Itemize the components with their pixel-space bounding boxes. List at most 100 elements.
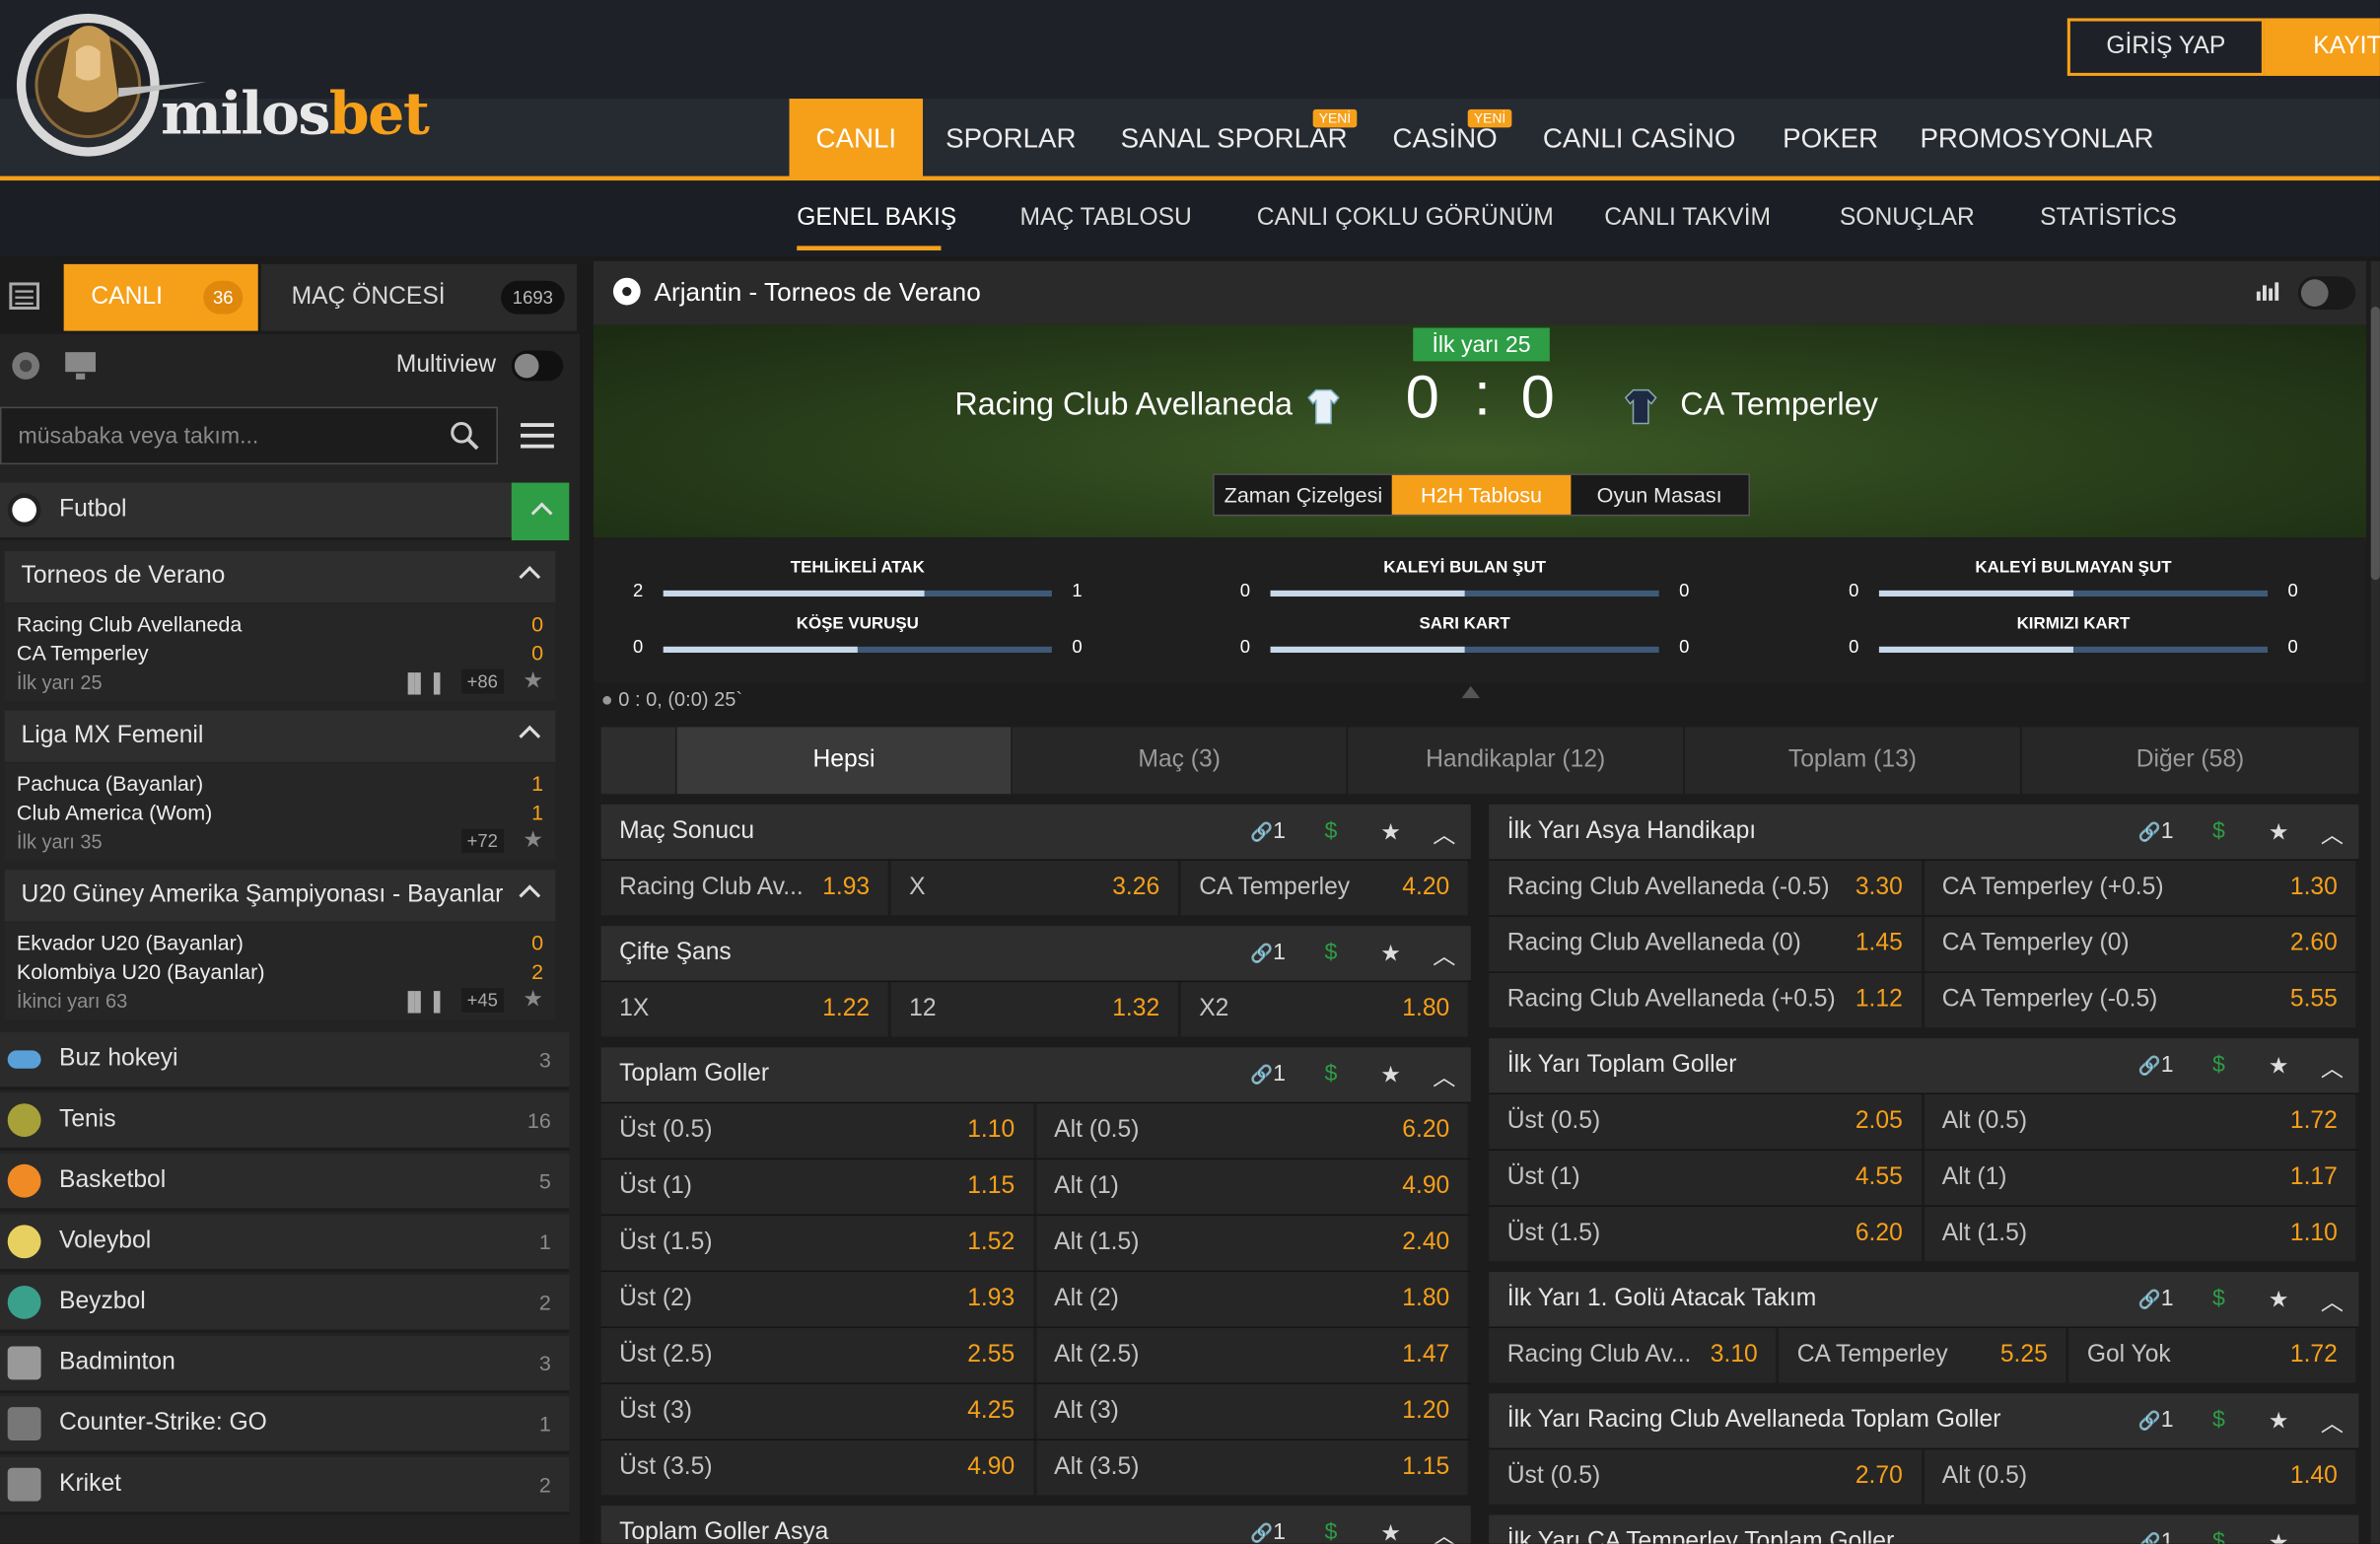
match-ekvador-kolombiya[interactable]: Ekvador U20 (Bayanlar) 0 Kolombiya U20 (…	[4, 923, 556, 1020]
odds-button[interactable]: 1X 1.22	[600, 982, 891, 1037]
nav-promosyonlar[interactable]: PROMOSYONLAR	[1907, 99, 2168, 177]
star-icon[interactable]: ★	[2269, 1528, 2289, 1544]
market-header[interactable]: Çifte Şans 🔗1 $ ★ ︿	[600, 926, 1471, 981]
odds-button[interactable]: Alt (2.5) 1.47	[1035, 1328, 1471, 1383]
chevron-up-icon[interactable]: ︿	[2321, 1528, 2344, 1544]
market-header[interactable]: İlk Yarı CA Temperley Toplam Goller 🔗1 $ ★ ︿	[1489, 1514, 2359, 1544]
chevron-up-icon[interactable]: ︿	[2321, 1052, 2344, 1084]
odds-button[interactable]: CA Temperley (+0.5) 1.30	[1924, 860, 2359, 916]
collapse-button[interactable]	[511, 482, 570, 541]
odds-button[interactable]: Üst (1.5) 6.20	[1489, 1206, 1925, 1262]
odds-button[interactable]: Alt (3.5) 1.15	[1035, 1439, 1471, 1496]
globe-icon[interactable]	[11, 351, 41, 382]
cashout-icon[interactable]: $	[2212, 1528, 2225, 1543]
star-icon[interactable]: ★	[523, 667, 543, 693]
nav-poker[interactable]: POKER	[1761, 99, 1901, 177]
logo-wordmark[interactable]: milosbet	[161, 79, 430, 147]
star-icon[interactable]: ★	[2269, 1052, 2289, 1079]
sport-csgo[interactable]: Counter-Strike: GO 1	[0, 1396, 570, 1454]
odds-button[interactable]: Üst (3.5) 4.90	[600, 1439, 1036, 1496]
nav-sporlar[interactable]: SPORLAR	[926, 99, 1095, 177]
more-markets[interactable]: +45	[460, 988, 505, 1013]
league-u20[interactable]: U20 Güney Amerika Şampiyonası - Bayanlar	[4, 870, 556, 922]
tab-match[interactable]: Maç (3)	[1013, 727, 1349, 795]
odds-button[interactable]: CA Temperley 4.20	[1180, 860, 1471, 916]
odds-button[interactable]: Racing Club Av... 3.10	[1489, 1328, 1780, 1383]
sport-badminton[interactable]: Badminton 3	[0, 1335, 570, 1394]
odds-button[interactable]: Alt (0.5) 6.20	[1035, 1103, 1471, 1158]
odds-button[interactable]: Alt (1.5) 1.10	[1924, 1206, 2359, 1262]
odds-button[interactable]: Alt (1) 1.17	[1924, 1150, 2359, 1206]
cashout-icon[interactable]: $	[1324, 818, 1337, 844]
sport-cricket[interactable]: Kriket 2	[0, 1456, 570, 1515]
odds-button[interactable]: Racing Club Avellaneda (0) 1.45	[1489, 916, 1925, 972]
cashout-icon[interactable]: $	[2212, 1407, 2225, 1433]
filter-menu-icon[interactable]	[520, 422, 556, 450]
odds-button[interactable]: Alt (2) 1.80	[1035, 1272, 1471, 1327]
chevron-up-icon[interactable]: ︿	[1433, 818, 1455, 850]
register-button[interactable]: KAYIT	[2264, 18, 2380, 76]
star-icon[interactable]: ★	[1380, 940, 1401, 966]
market-header[interactable]: Toplam Goller 🔗1 $ ★ ︿	[600, 1047, 1471, 1102]
subnav-coklu-gorunum[interactable]: CANLI ÇOKLU GÖRÜNÜM	[1257, 180, 1554, 256]
list-icon[interactable]	[9, 282, 40, 311]
subnav-mac-tablosu[interactable]: MAÇ TABLOSU	[1020, 180, 1192, 256]
league-liga-mx[interactable]: Liga MX Femenil	[4, 710, 556, 762]
star-icon[interactable]: ★	[1380, 818, 1401, 845]
odds-button[interactable]: Alt (1.5) 2.40	[1035, 1216, 1471, 1271]
tab-all[interactable]: Hepsi	[676, 727, 1013, 795]
star-icon[interactable]: ★	[2269, 1286, 2289, 1312]
market-header[interactable]: İlk Yarı 1. Golü Atacak Takım 🔗1 $ ★ ︿	[1489, 1272, 2359, 1327]
odds-button[interactable]: Racing Club Av... 1.93	[600, 860, 891, 916]
market-header[interactable]: Toplam Goller Asya 🔗1 $ ★ ︿	[600, 1506, 1471, 1544]
cashout-icon[interactable]: $	[2212, 818, 2225, 844]
match-pachuca-america[interactable]: Pachuca (Bayanlar) 1 Club America (Wom) …	[4, 763, 556, 861]
subnav-sonuclar[interactable]: SONUÇLAR	[1840, 180, 1975, 256]
odds-button[interactable]: Üst (1) 1.15	[600, 1159, 1036, 1215]
chevron-up-icon[interactable]: ︿	[1433, 940, 1455, 971]
odds-button[interactable]: Racing Club Avellaneda (+0.5) 1.12	[1489, 972, 1925, 1028]
odds-button[interactable]: Üst (0.5) 1.10	[600, 1103, 1036, 1158]
cashout-icon[interactable]: $	[2212, 1052, 2225, 1078]
stats-icon[interactable]: ▐▌▐	[401, 991, 440, 1013]
more-markets[interactable]: +86	[460, 668, 505, 694]
sport-futbol[interactable]: Futbol	[0, 482, 570, 541]
monitor-icon[interactable]	[64, 351, 98, 382]
sport-volleyball[interactable]: Voleybol 1	[0, 1214, 570, 1273]
tab-handicaps[interactable]: Handikaplar (12)	[1348, 727, 1685, 795]
odds-button[interactable]: Alt (0.5) 1.40	[1924, 1449, 2359, 1505]
odds-button[interactable]: X 3.26	[890, 860, 1181, 916]
star-icon[interactable]: ★	[523, 825, 543, 853]
odds-button[interactable]: 12 1.32	[890, 982, 1181, 1037]
odds-button[interactable]: X2 1.80	[1180, 982, 1471, 1037]
cashout-icon[interactable]: $	[2212, 1286, 2225, 1311]
sport-ice-hockey[interactable]: Buz hokeyi 3	[0, 1031, 570, 1090]
odds-button[interactable]: CA Temperley 5.25	[1779, 1328, 2069, 1383]
odds-button[interactable]: Alt (3) 1.20	[1035, 1384, 1471, 1439]
star-icon[interactable]: ★	[1380, 1519, 1401, 1544]
chevron-up-icon[interactable]: ︿	[1433, 1061, 1455, 1092]
cashout-icon[interactable]: $	[1324, 1519, 1337, 1544]
odds-button[interactable]: Üst (0.5) 2.70	[1489, 1449, 1925, 1505]
star-icon[interactable]: ★	[2269, 1407, 2289, 1435]
stats-icon[interactable]: ▐▌▐	[401, 672, 440, 694]
odds-button[interactable]: Racing Club Avellaneda (-0.5) 3.30	[1489, 860, 1925, 916]
subnav-statistics[interactable]: STATİSTİCS	[2040, 180, 2177, 256]
league-torneos[interactable]: Torneos de Verano	[4, 550, 556, 603]
collapse-arrow-icon[interactable]	[1461, 685, 1481, 699]
subnav-canli-takvim[interactable]: CANLI TAKVİM	[1604, 180, 1771, 256]
odds-button[interactable]: Üst (2) 1.93	[600, 1272, 1036, 1327]
odds-button[interactable]: Üst (0.5) 2.05	[1489, 1093, 1925, 1150]
search-icon[interactable]	[450, 420, 480, 451]
scrollbar[interactable]	[2370, 260, 2380, 1544]
market-header[interactable]: Maç Sonucu 🔗1 $ ★ ︿	[600, 804, 1471, 860]
view-h2h[interactable]: H2H Tablosu	[1392, 474, 1571, 515]
star-icon[interactable]: ★	[1380, 1061, 1401, 1088]
odds-button[interactable]: Üst (3) 4.25	[600, 1384, 1036, 1439]
odds-button[interactable]: Alt (0.5) 1.72	[1924, 1093, 2359, 1150]
odds-button[interactable]: Alt (1) 4.90	[1035, 1159, 1471, 1215]
nav-canli-casino[interactable]: CANLI CASİNO	[1524, 99, 1755, 177]
more-markets[interactable]: +72	[460, 828, 505, 854]
tracker-toggle[interactable]	[2297, 276, 2356, 311]
stats-icon[interactable]	[2256, 279, 2283, 304]
